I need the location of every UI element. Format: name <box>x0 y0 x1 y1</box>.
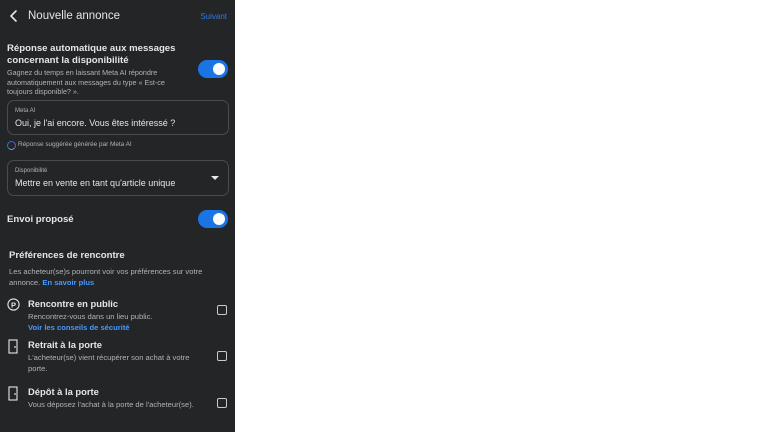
empty-canvas <box>235 0 768 432</box>
option-door-dropoff-description: Vous déposez l'achat à la porte de l'ach… <box>28 400 194 409</box>
next-button[interactable]: Suivant <box>200 12 227 21</box>
header-bar: Nouvelle annonce Suivant <box>0 0 235 32</box>
option-public-description: Rencontrez-vous dans un lieu public. <box>28 312 153 321</box>
option-door-pickup-description: L'acheteur(se) vient récupérer son achat… <box>28 353 190 373</box>
toggle-knob <box>213 213 225 225</box>
page-title: Nouvelle annonce <box>28 10 121 22</box>
meta-ai-field-value: Oui, je l'ai encore. Vous êtes intéressé… <box>15 118 176 128</box>
meeting-prefs-description-text: Les acheteur(se)s pourront voir vos préf… <box>9 267 203 287</box>
listing-screen: Nouvelle annonce Suivant Réponse automat… <box>0 0 235 432</box>
safety-tips-link[interactable]: Voir les conseils de sécurité <box>28 323 130 332</box>
auto-reply-title: Réponse automatique aux messages concern… <box>7 43 176 66</box>
door-icon <box>7 386 19 401</box>
svg-text:P: P <box>11 300 16 309</box>
learn-more-link[interactable]: En savoir plus <box>42 278 94 287</box>
option-public-checkbox[interactable] <box>217 305 227 315</box>
ai-note-text: Réponse suggérée générée par Meta AI <box>18 141 132 148</box>
door-icon <box>7 339 19 354</box>
chevron-down-icon <box>211 176 219 180</box>
shipping-label: Envoi proposé <box>7 214 74 225</box>
availability-label: Disponibilité <box>15 168 48 174</box>
option-door-dropoff-title: Dépôt à la porte <box>28 386 99 397</box>
option-door-pickup-title: Retrait à la porte <box>28 339 102 350</box>
auto-reply-toggle[interactable] <box>198 60 228 78</box>
meta-ai-field-label: Meta AI <box>15 108 36 114</box>
shipping-toggle[interactable] <box>198 210 228 228</box>
auto-reply-description: Gagnez du temps en laissant Meta AI répo… <box>7 68 165 96</box>
option-door-dropoff-checkbox[interactable] <box>217 398 227 408</box>
meeting-prefs-title: Préférences de rencontre <box>9 250 125 261</box>
meta-ai-icon <box>7 141 16 150</box>
public-place-icon: P <box>7 298 20 312</box>
toggle-knob <box>213 63 225 75</box>
availability-select[interactable]: Disponibilité Mettre en vente en tant qu… <box>7 160 229 196</box>
back-arrow-icon[interactable] <box>8 9 20 23</box>
availability-value: Mettre en vente en tant qu'article uniqu… <box>15 178 176 188</box>
option-door-pickup-checkbox[interactable] <box>217 351 227 361</box>
meeting-prefs-description: Les acheteur(se)s pourront voir vos préf… <box>9 266 209 288</box>
option-public-title: Rencontre en public <box>28 298 119 309</box>
meta-ai-reply-field[interactable]: Meta AI Oui, je l'ai encore. Vous êtes i… <box>7 100 229 135</box>
